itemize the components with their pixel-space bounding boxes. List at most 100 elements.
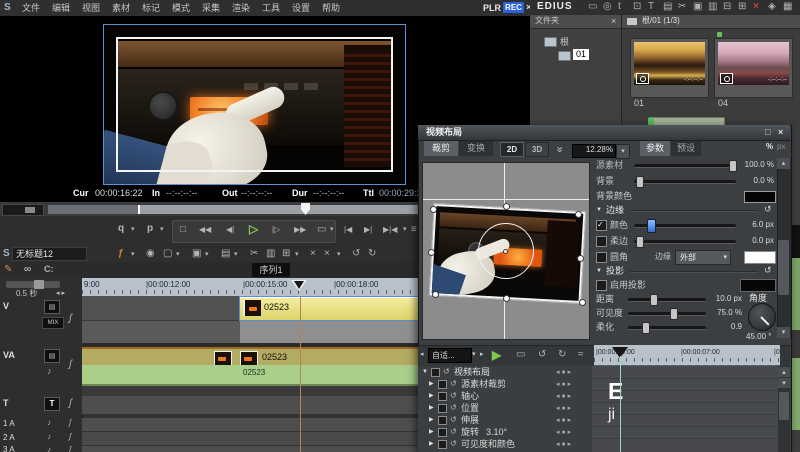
next-frame-icon[interactable]: |▷ [272,226,280,234]
sync-lock-icon[interactable]: ʃ [69,360,72,370]
audio-part-icon[interactable]: ♪ [47,419,51,427]
delete-icon[interactable]: × [753,2,759,12]
kf-play-icon[interactable]: ▶ [492,349,501,361]
tab-parameters[interactable]: 参数 [640,141,670,156]
record-icon[interactable]: ◉ [146,249,155,259]
caret-down-icon[interactable]: ▾ [403,226,407,233]
kf-nav-icons[interactable]: ◂ ● ▸ [556,441,571,448]
kf-reset-icon[interactable]: ↺ [450,428,457,436]
prev-frame-icon[interactable]: ◀| [226,226,234,234]
goto-out-icon[interactable]: ▶| [364,226,372,234]
shadow-reset-icon[interactable]: ↺ [764,266,772,275]
mixer-toggle[interactable]: MIX [42,317,64,329]
drive-mode-icon[interactable]: C: [44,265,54,274]
menu-item-edit[interactable]: 编辑 [52,4,70,13]
tree-child-item-selected[interactable]: 01 [573,49,589,60]
menu-list-icon[interactable]: ≡ [411,225,417,235]
dd-left-icon[interactable]: ◂ [420,351,424,358]
kf-reset-icon[interactable]: ↺ [450,404,457,412]
menu-item-view[interactable]: 视图 [82,4,100,13]
distance-handle[interactable] [650,294,658,306]
trim-icon[interactable]: ▶|◀ [383,226,397,234]
enable-shadow-checkbox[interactable] [596,280,607,291]
kf-nav-icons[interactable]: ◂ ● ▸ [556,381,571,388]
kf-curve-icon[interactable]: ≈ [578,350,584,360]
scroll-down-icon[interactable]: ▾ [778,378,790,388]
kf-checkbox[interactable] [438,428,447,437]
border-color-handle[interactable] [647,219,656,233]
zoom-dropdown-icon[interactable]: ▾ [616,144,630,159]
expand-icon[interactable]: ▶ [429,417,434,423]
kf-checkbox[interactable] [438,404,447,413]
kf-nav-icons[interactable]: ◂ ● ▸ [556,417,571,424]
set-in-icon[interactable]: q [118,224,124,234]
video-clip[interactable]: 02523 [240,297,418,320]
kf-checkbox[interactable] [438,392,447,401]
bin-clip-card[interactable]: -:--:--:-- [714,38,793,98]
bg-color-swatch[interactable] [744,191,776,203]
expand-icon[interactable]: ▶ [429,441,434,447]
mode-2d-button[interactable]: 2D [500,142,524,157]
add-icon[interactable]: ⊞ [738,2,746,12]
fast-forward-icon[interactable]: ▶▶ [294,226,306,234]
soft-edge-slider[interactable] [634,240,736,244]
handle-bottom-left[interactable] [432,291,439,298]
menu-item-file[interactable]: 文件 [22,4,40,13]
layout-canvas[interactable] [422,162,590,340]
kf-undo-icon[interactable]: ↺ [538,350,546,360]
delete-icon[interactable]: × [324,249,330,259]
unit-px-toggle[interactable]: px [777,143,785,151]
kf-reset-icon[interactable]: ↺ [450,380,457,388]
dialog-titlebar[interactable] [418,125,790,141]
caret-down-icon[interactable]: ▾ [295,251,299,258]
search-icon[interactable]: ◎ [603,2,612,12]
monitor-icon[interactable]: ▤ [663,2,672,12]
soften-handle[interactable] [642,322,650,334]
soft-edge-checkbox[interactable] [596,236,607,247]
zoom-value-field[interactable]: 12.28% [572,144,616,158]
caret-down-icon[interactable]: ▾ [176,251,180,258]
copy-icon[interactable]: ▥ [266,249,275,259]
handle-bottom-right[interactable] [579,299,586,306]
kf-checkbox[interactable] [431,368,440,377]
timeline-playhead-line[interactable] [300,296,301,452]
expand-icon[interactable]: ▶ [429,393,434,399]
menu-item-tools[interactable]: 工具 [262,4,280,13]
redo-icon[interactable]: ↻ [368,249,376,259]
scroll-thumb[interactable] [778,240,789,295]
tree-root-item[interactable]: 根 [560,38,569,47]
ripple-delete-icon[interactable]: × [310,249,316,259]
save-icon[interactable]: ▣ [192,249,201,259]
play-icon[interactable]: ▷ [249,223,258,235]
menu-item-mode[interactable]: 模式 [172,4,190,13]
kf-nav-icons[interactable]: ◂ ● ▸ [556,393,571,400]
edge-position-dropdown[interactable]: 外部 ▾ [675,250,731,265]
kf-scroll-thumb[interactable] [779,392,789,420]
caret-down-icon[interactable]: ▾ [131,251,135,258]
shuttle-slider[interactable] [2,204,44,216]
plr-button[interactable]: PLR [483,4,501,13]
timeline-zoom-slider[interactable] [6,281,60,288]
effects-icon[interactable]: ƒ [118,249,124,259]
expand-icon[interactable]: ▶ [429,381,434,387]
kf-playhead-line[interactable] [620,356,621,452]
param-bg-slider[interactable] [634,180,736,184]
caret-down-icon[interactable]: ▾ [160,226,164,233]
unit-percent-toggle[interactable]: % [766,143,773,151]
kf-reset-icon[interactable]: ↺ [450,416,457,424]
round-corner-checkbox[interactable] [596,252,607,263]
dialog-close-icon[interactable]: × [778,128,783,137]
import-export-icon[interactable]: ▤ [221,249,230,259]
caret-down-icon[interactable]: ▾ [330,226,334,233]
menu-item-marker[interactable]: 标记 [142,4,160,13]
rec-button[interactable]: REC [503,2,524,13]
distance-slider[interactable] [628,298,706,302]
new-sequence-icon[interactable]: ▢ [163,249,172,259]
handle-top-left[interactable] [430,206,437,213]
kf-reset-icon[interactable]: ↺ [450,440,457,448]
insert-mode-icon[interactable]: ✎ [4,265,12,275]
visibility-slider[interactable] [628,312,706,316]
handle-mid-left[interactable] [428,249,435,256]
new-folder-icon[interactable]: ▭ [588,2,597,12]
audio-part-icon[interactable]: ♪ [47,367,52,376]
